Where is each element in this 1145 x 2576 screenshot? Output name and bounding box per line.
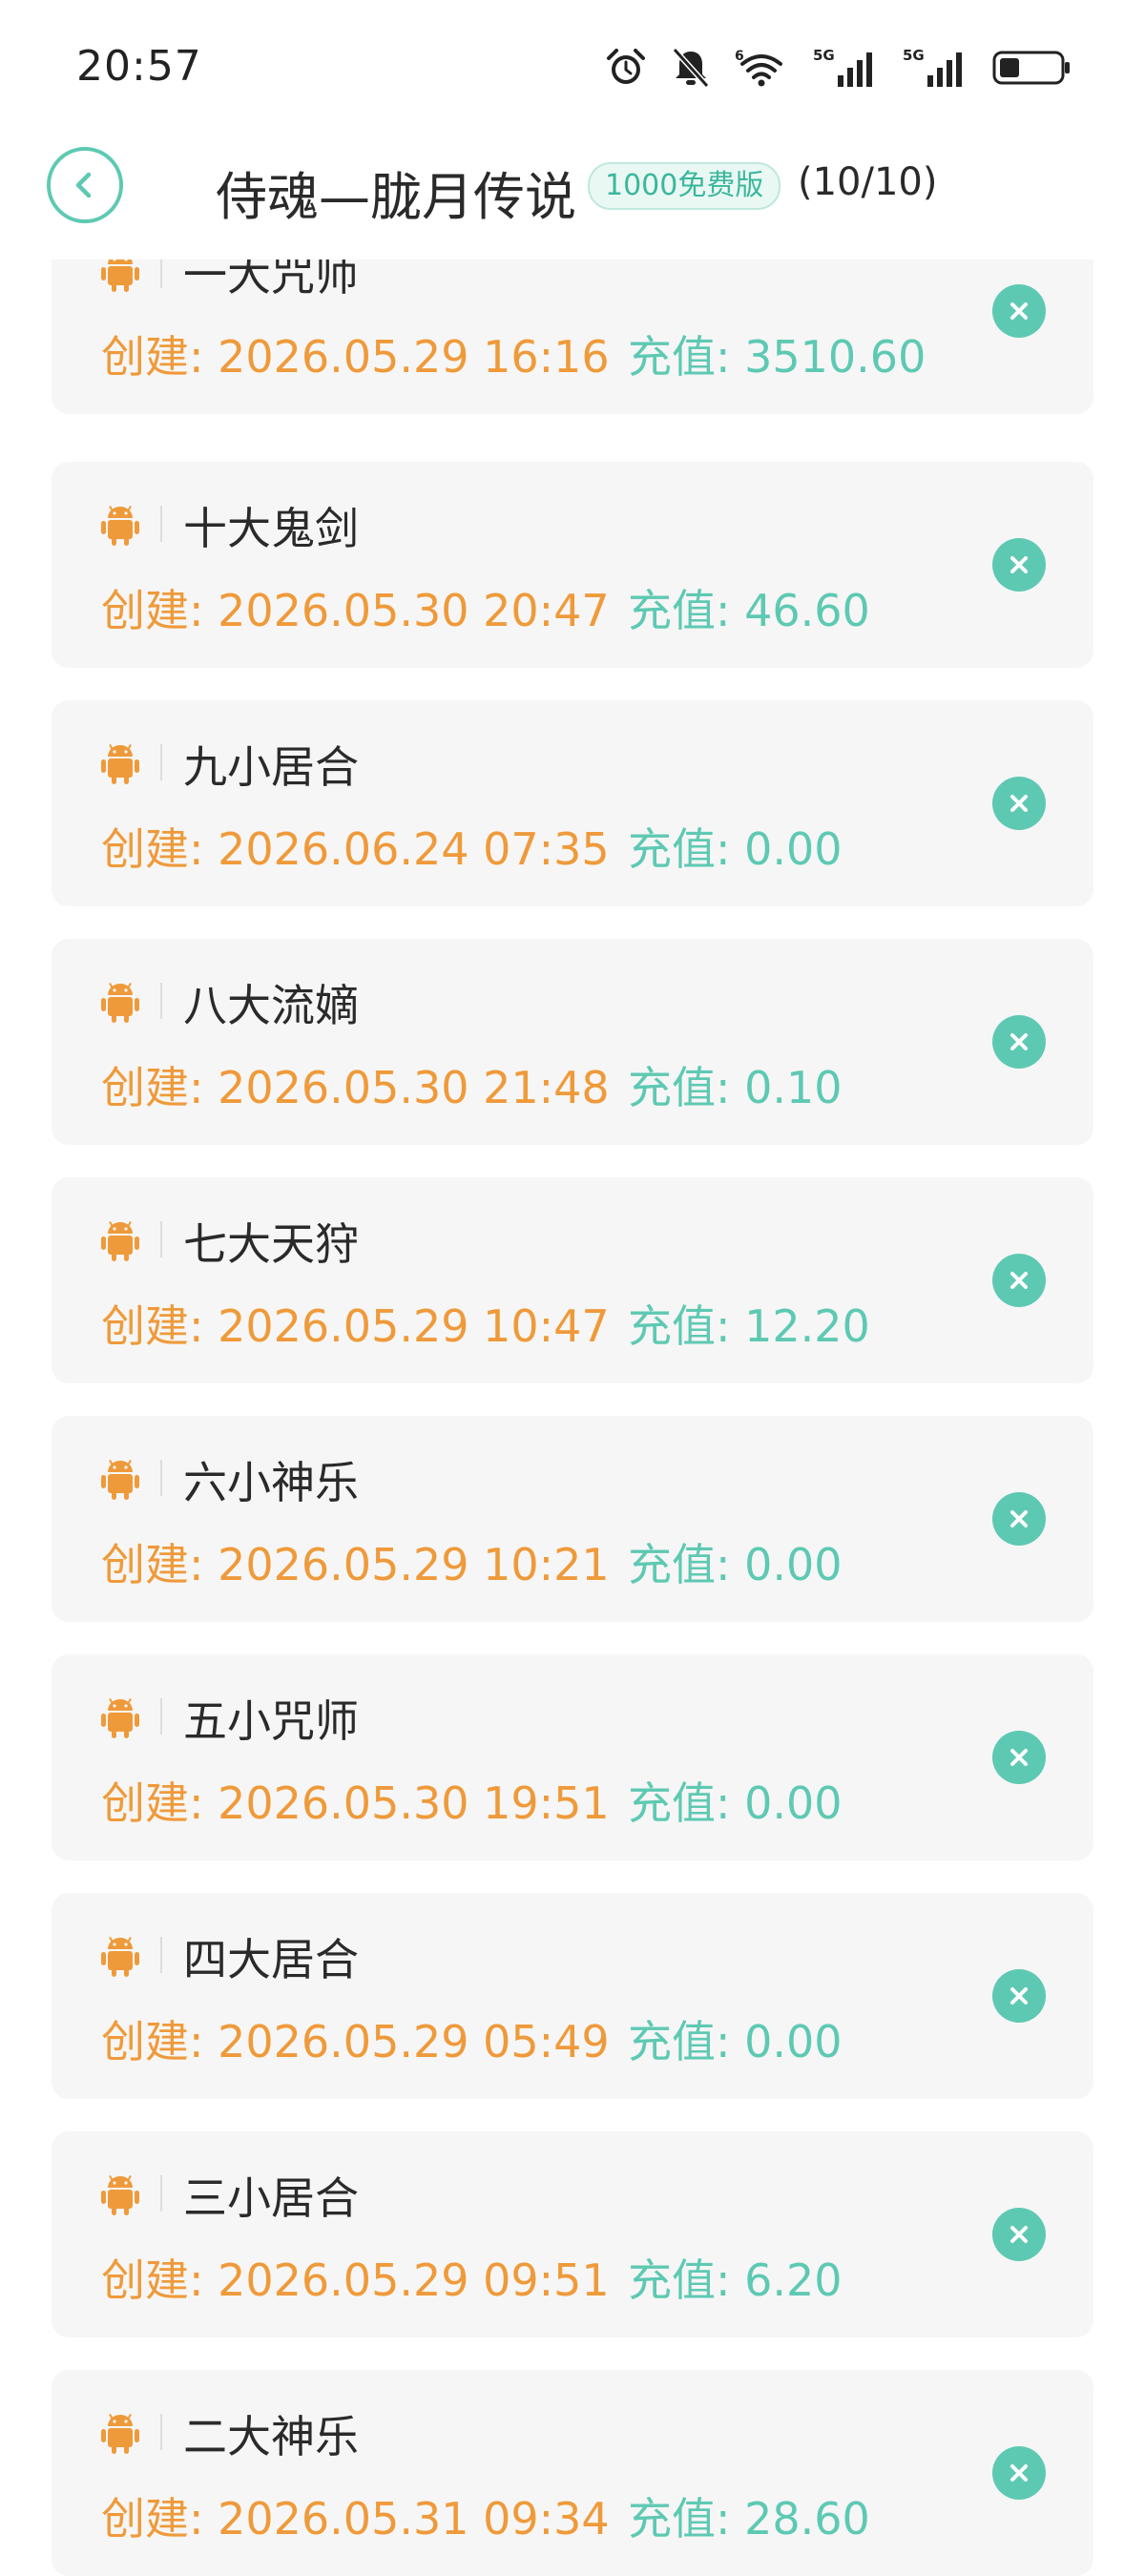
status-time: 20:57: [76, 42, 202, 91]
account-name: 十大鬼剑: [183, 503, 359, 554]
account-card[interactable]: 九小居合 创建: 2026.06.24 07:35 充值: 0.00: [52, 700, 1093, 906]
recharge-amount: 充值: 0.10: [628, 1062, 843, 1113]
created-time: 创建: 2026.05.31 09:34: [101, 2493, 610, 2545]
delete-button[interactable]: [992, 1254, 1046, 1307]
recharge-amount: 充值: 46.60: [628, 585, 870, 636]
delete-button[interactable]: [992, 284, 1046, 338]
account-card[interactable]: 二大神乐 创建: 2026.05.31 09:34 充值: 28.60: [52, 2370, 1093, 2576]
close-icon: [1010, 795, 1028, 812]
close-icon: [1010, 302, 1028, 320]
account-name: 八大流嫡: [183, 980, 359, 1031]
close-icon: [1010, 2226, 1028, 2243]
account-card[interactable]: 七大天狩 创建: 2026.05.29 10:47 充值: 12.20: [52, 1177, 1093, 1383]
signal-5g-icon: 5G: [903, 47, 962, 87]
chevron-left-icon: [75, 172, 92, 198]
svg-text:5G: 5G: [813, 47, 835, 64]
account-name: 七大天狩: [183, 1218, 359, 1270]
created-time: 创建: 2026.05.29 10:21: [101, 1539, 610, 1590]
created-time: 创建: 2026.05.30 20:47: [101, 585, 610, 636]
divider: [160, 1698, 162, 1735]
account-name: 四大居合: [183, 1934, 359, 1985]
recharge-amount: 充值: 0.00: [628, 1539, 843, 1590]
recharge-amount: 充值: 6.20: [628, 2254, 843, 2306]
status-icons: 6 5G 5G: [605, 44, 1072, 92]
divider: [160, 1937, 162, 1973]
signal-5g-icon: 5G: [813, 47, 872, 87]
delete-button[interactable]: [992, 777, 1046, 830]
divider: [160, 983, 162, 1019]
divider: [160, 1460, 162, 1496]
android-icon: [101, 1698, 139, 1738]
recharge-amount: 充值: 0.00: [628, 1777, 843, 1829]
account-card[interactable]: 五小咒师 创建: 2026.05.30 19:51 充值: 0.00: [52, 1654, 1093, 1860]
divider: [160, 744, 162, 780]
created-time: 创建: 2026.05.29 16:16: [101, 331, 610, 383]
close-icon: [1010, 1987, 1028, 2005]
created-time: 创建: 2026.05.29 09:51: [101, 2254, 610, 2306]
page-header: 侍魂—胧月传说 1000免费版 (10/10): [0, 137, 1145, 260]
delete-button[interactable]: [992, 2208, 1046, 2261]
close-icon: [1010, 2464, 1028, 2482]
recharge-amount: 充值: 28.60: [628, 2493, 870, 2545]
account-list[interactable]: 一大咒师 创建: 2026.05.29 16:16 充值: 3510.60 十大…: [0, 0, 1145, 2576]
bell-off-icon: [672, 47, 710, 89]
divider: [160, 2414, 162, 2450]
delete-button[interactable]: [992, 1731, 1046, 1784]
page-title: 侍魂—胧月传说: [216, 167, 576, 227]
account-card[interactable]: 八大流嫡 创建: 2026.05.30 21:48 充值: 0.10: [52, 939, 1093, 1145]
account-card[interactable]: 四大居合 创建: 2026.05.29 05:49 充值: 0.00: [52, 1893, 1093, 2099]
recharge-amount: 充值: 12.20: [628, 1300, 870, 1352]
delete-button[interactable]: [992, 2446, 1046, 2500]
account-name: 九小居合: [183, 741, 359, 793]
version-badge: 1000免费版: [588, 162, 781, 210]
close-icon: [1010, 1510, 1028, 1527]
account-name: 六小神乐: [183, 1457, 359, 1508]
close-icon: [1010, 556, 1028, 573]
delete-button[interactable]: [992, 1492, 1046, 1546]
recharge-amount: 充值: 0.00: [628, 823, 843, 875]
created-time: 创建: 2026.05.29 05:49: [101, 2016, 610, 2067]
alarm-icon: [607, 49, 645, 84]
close-icon: [1010, 1749, 1028, 1766]
account-card[interactable]: 六小神乐 创建: 2026.05.29 10:21 充值: 0.00: [52, 1416, 1093, 1622]
delete-button[interactable]: [992, 1015, 1046, 1069]
delete-button[interactable]: [992, 538, 1046, 592]
android-icon: [101, 1460, 139, 1500]
svg-text:5G: 5G: [903, 47, 925, 64]
created-time: 创建: 2026.05.30 21:48: [101, 1062, 610, 1113]
back-button[interactable]: [47, 147, 123, 223]
account-name: 三小居合: [183, 2172, 359, 2224]
close-icon: [1010, 1033, 1028, 1050]
android-icon: [101, 744, 139, 784]
android-icon: [101, 2175, 139, 2215]
android-icon: [101, 506, 139, 546]
close-icon: [1010, 1272, 1028, 1289]
account-card[interactable]: 三小居合 创建: 2026.05.29 09:51 充值: 6.20: [52, 2131, 1093, 2337]
android-icon: [101, 2414, 139, 2454]
created-time: 创建: 2026.05.29 10:47: [101, 1300, 610, 1352]
created-time: 创建: 2026.06.24 07:35: [101, 823, 610, 875]
battery-icon: [992, 51, 1070, 85]
android-icon: [101, 1221, 139, 1261]
delete-button[interactable]: [992, 1969, 1046, 2023]
android-icon: [101, 983, 139, 1023]
wifi-icon: 6: [735, 49, 782, 87]
divider: [160, 506, 162, 542]
status-bar: 20:57 6 5G 5G: [0, 0, 1145, 137]
android-icon: [101, 1937, 139, 1977]
divider: [160, 1221, 162, 1257]
recharge-amount: 充值: 0.00: [628, 2016, 843, 2067]
account-name: 二大神乐: [183, 2411, 359, 2462]
recharge-amount: 充值: 3510.60: [628, 331, 926, 383]
created-time: 创建: 2026.05.30 19:51: [101, 1777, 610, 1829]
account-count: (10/10): [798, 160, 938, 204]
account-name: 五小咒师: [183, 1695, 359, 1747]
divider: [160, 2175, 162, 2212]
account-card[interactable]: 十大鬼剑 创建: 2026.05.30 20:47 充值: 46.60: [52, 462, 1093, 668]
